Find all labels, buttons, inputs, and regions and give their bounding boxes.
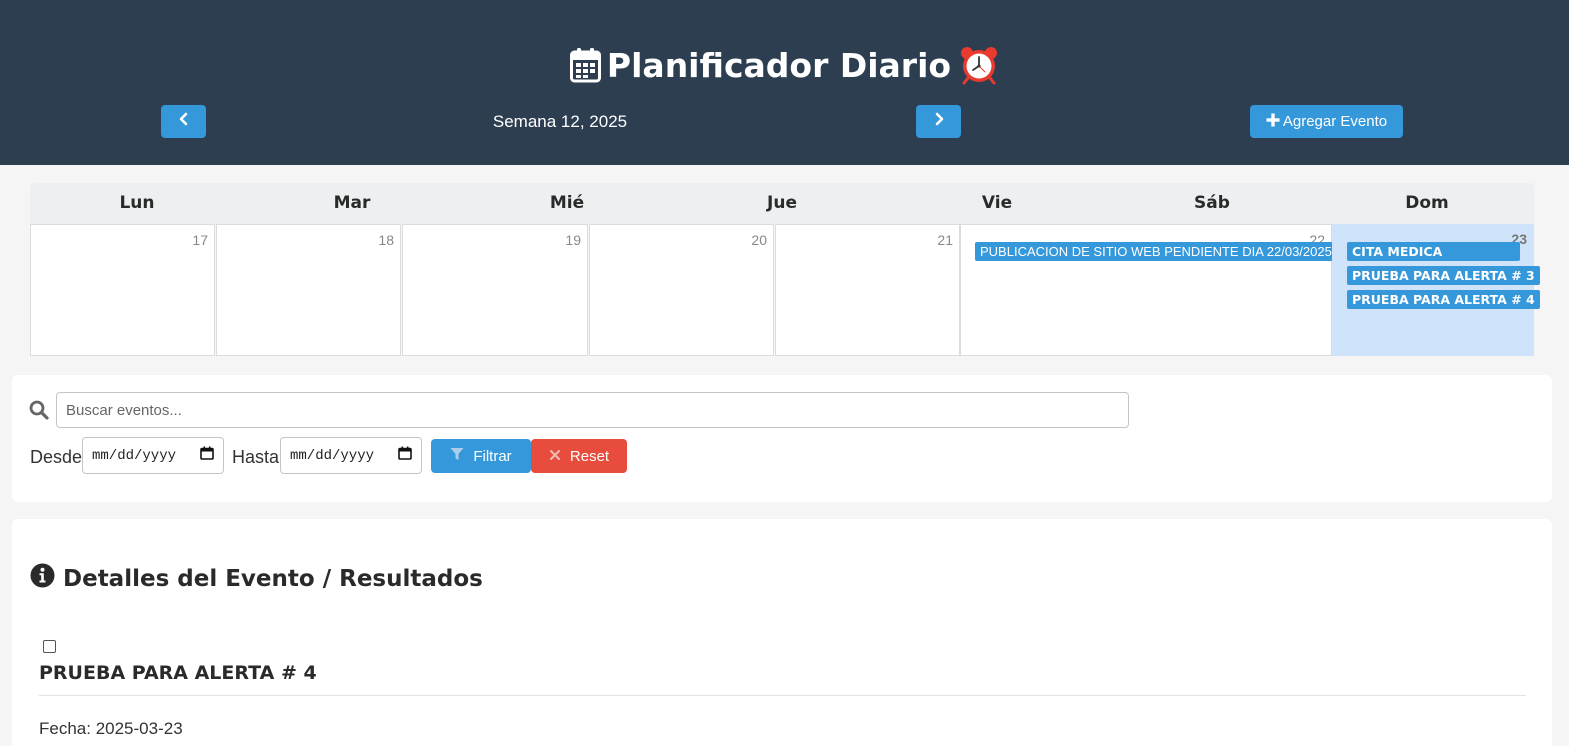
calendar-event[interactable]: PUBLICACION DE SITIO WEB PENDIENTE DIA 2… [975, 242, 1337, 261]
day-number: 21 [937, 232, 953, 248]
weekday-thu: Jue [767, 193, 797, 213]
chevron-right-icon [932, 112, 946, 131]
weekday-tue: Mar [333, 193, 371, 213]
day-cell-21[interactable]: 21 [775, 224, 960, 356]
from-date-input[interactable]: mm/dd/yyyy [82, 437, 224, 474]
event-select-checkbox[interactable] [43, 640, 56, 653]
weekday-wed: Mié [549, 193, 585, 213]
info-icon [30, 563, 55, 594]
plus-icon [1266, 113, 1280, 131]
day-cell-23-today[interactable]: 23 CITA MEDICA PRUEBA PARA ALERTA # 3 PR… [1332, 224, 1540, 356]
page-title: Planificador Diario [0, 44, 1569, 96]
day-number: 20 [751, 232, 767, 248]
weekday-sun: Dom [1405, 193, 1449, 213]
divider [39, 695, 1526, 696]
calendar-picker-icon[interactable] [398, 446, 412, 465]
chevron-left-icon [177, 112, 191, 131]
add-event-label: Agregar Evento [1282, 113, 1388, 130]
day-cell-22[interactable]: 22 PUBLICACION DE SITIO WEB PENDIENTE DI… [960, 224, 1337, 356]
day-cell-19[interactable]: 19 [402, 224, 588, 356]
calendar-picker-icon[interactable] [200, 446, 214, 465]
event-title: PRUEBA PARA ALERTA # 4 [39, 662, 317, 684]
from-label: Desde: [30, 447, 88, 467]
event-details-panel: Detalles del Evento / Resultados PRUEBA … [12, 519, 1552, 746]
app-header: Planificador Diario Semana 12, 2025 Agre… [0, 0, 1569, 165]
calendar-event[interactable]: PRUEBA PARA ALERTA # 4 [1347, 290, 1540, 309]
day-cell-20[interactable]: 20 [589, 224, 774, 356]
filter-label: Filtrar [473, 447, 512, 465]
calendar-event[interactable]: CITA MEDICA [1347, 242, 1520, 261]
alarm-clock-icon [959, 45, 999, 96]
day-number: 17 [192, 232, 208, 248]
add-event-button[interactable]: Agregar Evento [1250, 105, 1403, 138]
reset-label: Reset [569, 447, 610, 465]
to-date-placeholder: mm/dd/yyyy [290, 447, 375, 464]
filter-panel: Desde: mm/dd/yyyy Hasta: mm/dd/yyyy Filt… [12, 375, 1552, 502]
day-number: 19 [565, 232, 581, 248]
day-cell-18[interactable]: 18 [216, 224, 401, 356]
weekday-mon: Lun [119, 193, 155, 213]
close-icon [549, 448, 561, 465]
title-text: Planificador Diario [606, 46, 952, 85]
details-title-text: Detalles del Evento / Resultados [63, 565, 483, 592]
details-heading: Detalles del Evento / Resultados [30, 563, 483, 594]
weekday-fri: Vie [981, 193, 1013, 213]
day-number: 18 [378, 232, 394, 248]
weekday-sat: Sáb [1194, 193, 1230, 213]
calendar-icon [569, 47, 601, 94]
to-date-input[interactable]: mm/dd/yyyy [280, 437, 422, 474]
to-label: Hasta: [232, 447, 285, 467]
search-icon [29, 400, 49, 425]
filter-button[interactable]: Filtrar [431, 439, 531, 473]
day-cell-17[interactable]: 17 [30, 224, 215, 356]
from-date-placeholder: mm/dd/yyyy [92, 447, 177, 464]
event-date: Fecha: 2025-03-23 [39, 719, 183, 738]
search-input[interactable] [56, 392, 1129, 428]
reset-button[interactable]: Reset [531, 439, 627, 473]
next-week-button[interactable] [916, 105, 961, 138]
filter-icon [450, 447, 464, 465]
prev-week-button[interactable] [161, 105, 206, 138]
calendar-event[interactable]: PRUEBA PARA ALERTA # 3 [1347, 266, 1540, 285]
week-label: Semana 12, 2025 [492, 112, 628, 131]
calendar-weekday-header: Lun Mar Mié Jue Vie Sáb Dom [30, 183, 1534, 224]
